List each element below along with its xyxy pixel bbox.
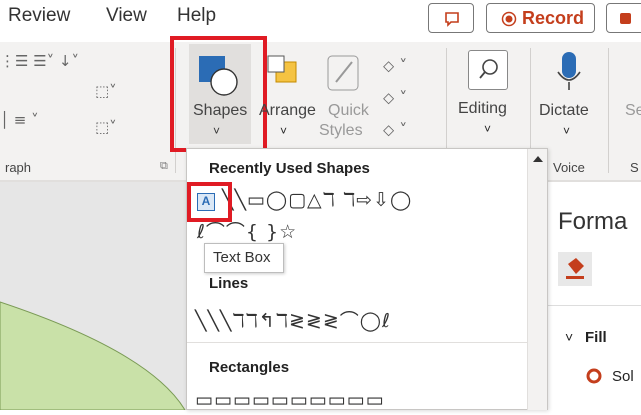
- tab-help[interactable]: Help: [177, 5, 216, 27]
- editing-label: Editing: [458, 100, 507, 117]
- rectangles-header: Rectangles: [209, 359, 290, 376]
- share-button[interactable]: [606, 3, 641, 33]
- record-icon: [501, 11, 517, 27]
- separator: [608, 48, 609, 173]
- arrange-button[interactable]: Arrange ˅: [258, 52, 316, 144]
- dialog-launcher-icon[interactable]: ⧉: [160, 160, 168, 173]
- text-direction-icon[interactable]: ⬚˅: [95, 82, 117, 100]
- comment-icon: [445, 12, 459, 27]
- search-icon: [468, 50, 508, 90]
- dropdown-scrollbar[interactable]: [527, 149, 547, 410]
- chevron-down-icon[interactable]: ˅: [565, 329, 573, 345]
- quick-styles-button[interactable]: Quick Styles: [316, 52, 372, 147]
- paint-bucket-icon: [566, 258, 584, 279]
- text-box-tooltip: Text Box: [204, 243, 284, 273]
- dictate-label: Dictate: [539, 102, 589, 119]
- recent-shapes-row[interactable]: ╲╲▭◯▢△ℸ ℸ⇨⇩◯: [222, 189, 412, 211]
- chevron-down-icon: ˅: [484, 122, 492, 136]
- smartart-icon[interactable]: ⬚˅: [95, 118, 117, 136]
- dictate-button[interactable]: Dictate ˅: [536, 50, 600, 145]
- divider: [548, 305, 641, 306]
- fill-line-tab[interactable]: [558, 252, 592, 286]
- highlight-box: [170, 36, 267, 152]
- chevron-down-icon: ˅: [280, 124, 288, 138]
- lines-header: Lines: [209, 275, 249, 292]
- rectangles-shapes-row[interactable]: ▭▭▭▭▭▭▭▭▭▭: [195, 389, 385, 411]
- sensitivity-label[interactable]: Se: [625, 102, 641, 120]
- scroll-up-icon[interactable]: [528, 149, 548, 169]
- shapes-dropdown: Recently Used Shapes A ╲╲▭◯▢△ℸ ℸ⇨⇩◯ ℓ⌒⌒{…: [186, 148, 548, 411]
- solid-fill-label: Sol: [612, 368, 634, 385]
- quick-styles-label: Quick: [328, 102, 369, 119]
- arrange-icon: [267, 55, 297, 83]
- chevron-down-icon: ˅: [563, 124, 571, 138]
- record-label: Record: [522, 8, 585, 28]
- divider: [187, 342, 527, 343]
- text-box-highlight: [187, 182, 232, 222]
- microphone-icon: [557, 52, 581, 90]
- record-button[interactable]: Record: [486, 3, 595, 33]
- share-icon: [620, 13, 631, 24]
- group-s-label: S: [630, 160, 639, 175]
- comments-button[interactable]: [428, 3, 474, 33]
- format-pane: Forma ˅ Fill Sol: [547, 182, 641, 410]
- tab-review[interactable]: Review: [8, 5, 70, 27]
- solid-fill-radio[interactable]: [586, 368, 602, 384]
- shape-format-icons[interactable]: ⬦ ˅ ⬦ ˅ ⬦ ˅: [383, 50, 407, 146]
- align-controls[interactable]: │ ≡ ˅: [0, 111, 39, 129]
- arrange-label: Arrange: [259, 102, 316, 119]
- group-voice-label: Voice: [553, 160, 585, 175]
- group-paragraph-label: raph: [5, 160, 32, 175]
- quick-styles-icon: [327, 55, 359, 91]
- quick-styles-label-2: Styles: [319, 122, 363, 139]
- fill-section-label[interactable]: Fill: [585, 329, 607, 346]
- editing-button[interactable]: Editing ˅: [454, 50, 524, 145]
- tab-view[interactable]: View: [106, 5, 147, 27]
- format-pane-title: Forma: [558, 208, 628, 235]
- paragraph-controls[interactable]: ⋮☰ ☰˅ ↓˅: [0, 52, 79, 70]
- lines-shapes-row[interactable]: ╲╲╲ℸℸ↰ℸ≷≷≷⌒◯ℓ: [195, 306, 391, 333]
- recently-used-header: Recently Used Shapes: [209, 160, 370, 177]
